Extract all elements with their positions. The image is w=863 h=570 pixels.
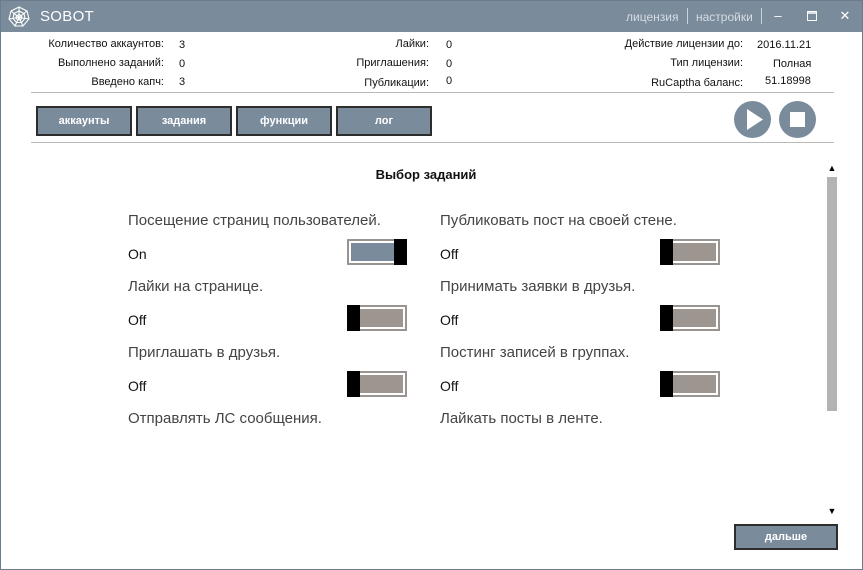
minimize-icon: – (774, 8, 782, 23)
close-button[interactable]: ✕ (835, 6, 855, 26)
spider-web-logo-icon (8, 6, 30, 27)
toggle-knob (660, 239, 673, 265)
arrow-down-icon: ▼ (827, 506, 837, 516)
controls-divider (761, 8, 762, 24)
accounts-count-label: Количество аккаунтов: (48, 38, 164, 50)
toggle-knob (394, 239, 407, 265)
arrow-up-icon: ▲ (827, 163, 837, 173)
task-label-page-likes: Лайки на странице. (128, 278, 264, 295)
license-type-value: Полная (773, 58, 812, 70)
toggle-knob (660, 305, 673, 331)
app-window: SOBOT лицензия настройки – ✕ Количество … (0, 0, 863, 570)
invites-label: Приглашения: (356, 57, 429, 69)
settings-link[interactable]: настройки (696, 10, 753, 24)
task-label-invite-friends: Приглашать в друзья. (128, 344, 281, 361)
stop-icon (790, 112, 805, 127)
toggle-page-likes[interactable] (347, 305, 407, 331)
toggle-knob (347, 305, 360, 331)
stop-button[interactable] (779, 101, 816, 138)
license-link[interactable]: лицензия (626, 10, 678, 24)
license-until-label: Действие лицензии до: (624, 38, 743, 50)
task-label-send-messages: Отправлять ЛС сообщения. (128, 410, 322, 427)
start-button[interactable] (734, 101, 771, 138)
tasks-done-value: 0 (179, 58, 186, 70)
tab-functions[interactable]: функции (236, 106, 332, 136)
scrollbar-thumb[interactable] (827, 177, 837, 411)
maximize-button[interactable] (802, 6, 822, 26)
title-bar[interactable]: SOBOT лицензия настройки – ✕ (1, 1, 862, 32)
rucaptcha-value: 51.18998 (765, 75, 811, 87)
invites-value: 0 (446, 58, 453, 70)
tab-tasks[interactable]: задания (136, 106, 232, 136)
close-icon: ✕ (839, 8, 851, 23)
captchas-value: 3 (179, 76, 186, 88)
toggle-accept-friends[interactable] (660, 305, 720, 331)
task-state-page-likes: Off (128, 312, 147, 328)
toggle-knob (347, 371, 360, 397)
toggle-visit-pages[interactable] (347, 239, 407, 265)
task-state-invite-friends: Off (128, 378, 147, 394)
section-title: Выбор заданий (375, 167, 477, 182)
license-until-value: 2016.11.21 (757, 39, 812, 51)
posts-label: Публикации: (364, 77, 429, 89)
app-title: SOBOT (40, 8, 95, 25)
captchas-label: Введено капч: (91, 76, 164, 88)
task-state-group-posting: Off (440, 378, 459, 394)
scroll-down-button[interactable]: ▼ (827, 506, 837, 516)
toggle-post-own-wall[interactable] (660, 239, 720, 265)
task-state-post-own-wall: Off (440, 246, 459, 262)
likes-label: Лайки: (395, 38, 430, 50)
license-type-label: Тип лицензии: (670, 57, 743, 69)
stats-divider (31, 92, 834, 93)
tab-log[interactable]: лог (336, 106, 432, 136)
tab-accounts[interactable]: аккаунты (36, 106, 132, 136)
task-label-visit-pages: Посещение страниц пользователей. (128, 212, 381, 229)
link-divider (687, 8, 688, 24)
task-label-like-feed-posts: Лайкать посты в ленте. (440, 410, 603, 427)
accounts-count-value: 3 (179, 39, 186, 51)
minimize-button[interactable]: – (768, 6, 788, 26)
task-state-visit-pages: On (128, 246, 147, 262)
play-icon (747, 109, 763, 130)
task-label-accept-friends: Принимать заявки в друзья. (440, 278, 636, 295)
maximize-icon (807, 11, 817, 21)
scroll-up-button[interactable]: ▲ (827, 163, 837, 173)
toggle-invite-friends[interactable] (347, 371, 407, 397)
task-state-accept-friends: Off (440, 312, 459, 328)
rucaptcha-label: RuCaptha баланс: (651, 77, 743, 89)
posts-value: 0 (446, 75, 453, 87)
tasks-done-label: Выполнено заданий: (57, 57, 164, 69)
likes-value: 0 (446, 39, 453, 51)
toggle-group-posting[interactable] (660, 371, 720, 397)
next-button[interactable]: дальше (734, 524, 838, 550)
task-label-group-posting: Постинг записей в группах. (440, 344, 630, 361)
toggle-knob (660, 371, 673, 397)
nav-divider (31, 142, 834, 143)
task-label-post-own-wall: Публиковать пост на своей стене. (440, 212, 677, 229)
